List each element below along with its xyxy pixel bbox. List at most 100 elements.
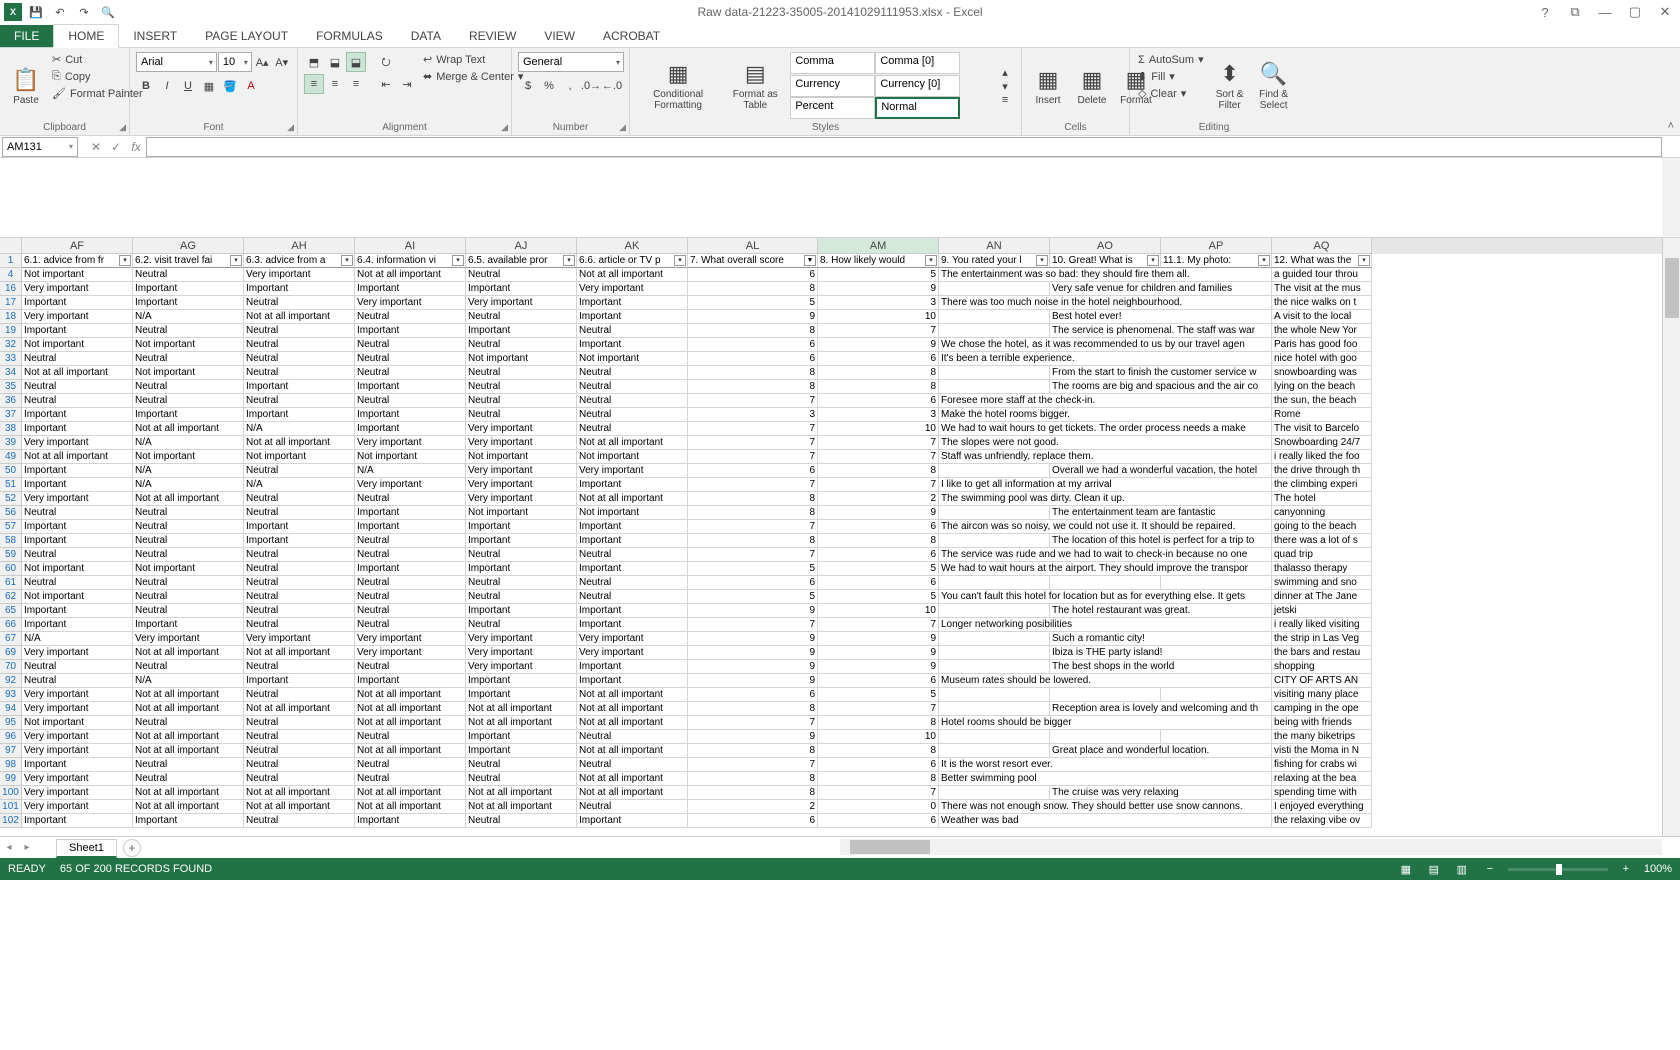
cell[interactable]: 8 <box>688 324 818 338</box>
sheet-nav-prev[interactable]: ◂ <box>0 842 18 853</box>
font-launcher[interactable]: ◢ <box>287 122 294 133</box>
enter-formula-icon[interactable]: ✓ <box>106 137 126 157</box>
cell[interactable]: Make the hotel rooms bigger. <box>939 408 1272 422</box>
cell[interactable]: Overall we had a wonderful vacation, the… <box>1050 464 1272 478</box>
cell[interactable]: 6 <box>818 548 939 562</box>
cell[interactable]: nice hotel with goo <box>1272 352 1372 366</box>
tab-review[interactable]: REVIEW <box>455 25 530 47</box>
italic-icon[interactable]: I <box>157 76 177 96</box>
cell[interactable]: Neutral <box>466 758 577 772</box>
row-header-98[interactable]: 98 <box>0 758 22 772</box>
cell[interactable]: Neutral <box>244 590 355 604</box>
cell[interactable]: Neutral <box>577 730 688 744</box>
cell[interactable]: Very important <box>355 436 466 450</box>
cell[interactable]: 8 <box>818 744 939 758</box>
cell[interactable]: Not at all important <box>577 688 688 702</box>
zoom-in-icon[interactable]: + <box>1616 861 1636 877</box>
cell[interactable]: Neutral <box>22 352 133 366</box>
cell[interactable]: Very important <box>466 436 577 450</box>
cell[interactable]: Neutral <box>355 660 466 674</box>
cell[interactable]: Not at all important <box>133 492 244 506</box>
cell[interactable]: Important <box>22 604 133 618</box>
zoom-out-icon[interactable]: − <box>1480 861 1500 877</box>
cell[interactable]: The service is phenomenal. The staff was… <box>1050 324 1272 338</box>
decrease-indent-icon[interactable]: ⇤ <box>376 74 396 94</box>
cell[interactable]: Neutral <box>244 772 355 786</box>
cell[interactable]: Neutral <box>355 338 466 352</box>
row-header-96[interactable]: 96 <box>0 730 22 744</box>
style-percent[interactable]: Percent <box>790 97 875 119</box>
cell[interactable]: Important <box>577 562 688 576</box>
cell[interactable]: Such a romantic city! <box>1050 632 1272 646</box>
cell[interactable]: Important <box>355 324 466 338</box>
cell[interactable]: 7 <box>818 786 939 800</box>
cell[interactable]: Important <box>244 534 355 548</box>
fx-icon[interactable]: fx <box>126 137 146 157</box>
cell[interactable]: 9 <box>688 674 818 688</box>
cell[interactable]: 7 <box>818 478 939 492</box>
cell[interactable]: Important <box>466 604 577 618</box>
cell[interactable]: 5 <box>688 562 818 576</box>
cell[interactable]: 9 <box>818 338 939 352</box>
cell[interactable]: Neutral <box>577 366 688 380</box>
cell[interactable] <box>1050 576 1161 590</box>
cell[interactable]: Important <box>577 296 688 310</box>
cell[interactable]: Important <box>355 380 466 394</box>
row-header-97[interactable]: 97 <box>0 744 22 758</box>
undo-icon[interactable]: ↶ <box>50 2 70 22</box>
cell[interactable]: the strip in Las Veg <box>1272 632 1372 646</box>
cell[interactable]: Important <box>577 618 688 632</box>
cell[interactable]: Important <box>577 674 688 688</box>
name-box[interactable]: AM131▾ <box>2 137 78 157</box>
row-header-49[interactable]: 49 <box>0 450 22 464</box>
comma-format-icon[interactable]: , <box>560 76 580 96</box>
cell[interactable]: 5 <box>818 590 939 604</box>
cell[interactable]: Neutral <box>133 576 244 590</box>
cell[interactable]: Not at all important <box>577 786 688 800</box>
cell[interactable]: Very important <box>22 492 133 506</box>
cell[interactable]: The rooms are big and spacious and the a… <box>1050 380 1272 394</box>
fill-button[interactable]: ⬇ Fill ▾ <box>1136 69 1206 84</box>
cell[interactable]: Neutral <box>355 492 466 506</box>
zoom-level[interactable]: 100% <box>1644 863 1672 875</box>
tab-insert[interactable]: INSERT <box>119 25 191 47</box>
cell[interactable]: Important <box>466 324 577 338</box>
cell[interactable]: Neutral <box>466 338 577 352</box>
cell[interactable]: Neutral <box>244 660 355 674</box>
cell[interactable]: Neutral <box>244 604 355 618</box>
row-header-58[interactable]: 58 <box>0 534 22 548</box>
align-right-icon[interactable]: ≡ <box>346 74 366 94</box>
cell[interactable]: 8 <box>818 534 939 548</box>
cell[interactable]: Not at all important <box>577 492 688 506</box>
cell[interactable]: Important <box>577 478 688 492</box>
cell[interactable]: Very safe venue for children and familie… <box>1050 282 1272 296</box>
cell[interactable]: Not important <box>22 590 133 604</box>
filter-button-AO[interactable]: ▾ <box>1147 255 1159 266</box>
cell[interactable]: Not at all important <box>466 716 577 730</box>
font-name-combo[interactable]: Arial <box>136 52 217 72</box>
cell[interactable]: Not at all important <box>466 786 577 800</box>
gallery-up-icon[interactable]: ▴ <box>995 65 1015 79</box>
cell[interactable]: relaxing at the bea <box>1272 772 1372 786</box>
cell[interactable]: The entertainment was so bad: they shoul… <box>939 268 1272 282</box>
col-header-AQ[interactable]: AQ <box>1272 238 1372 254</box>
cell[interactable]: We had to wait hours at the airport. The… <box>939 562 1272 576</box>
close-button[interactable]: ✕ <box>1650 2 1680 22</box>
cell[interactable]: Neutral <box>355 730 466 744</box>
cell[interactable]: Not important <box>466 506 577 520</box>
decrease-font-icon[interactable]: A▾ <box>272 52 291 72</box>
cell[interactable]: 9 <box>818 506 939 520</box>
cell[interactable]: Neutral <box>577 576 688 590</box>
cell[interactable]: Neutral <box>22 660 133 674</box>
cell[interactable]: Neutral <box>466 576 577 590</box>
cell[interactable]: Neutral <box>466 268 577 282</box>
cell[interactable]: Neutral <box>244 338 355 352</box>
cell[interactable]: 5 <box>818 562 939 576</box>
cell[interactable] <box>939 702 1050 716</box>
cell[interactable]: i really liked visiting <box>1272 618 1372 632</box>
cell[interactable]: spending time with <box>1272 786 1372 800</box>
cell[interactable]: Important <box>244 282 355 296</box>
cell[interactable]: Important <box>355 674 466 688</box>
cell[interactable]: 9 <box>818 660 939 674</box>
cell[interactable]: Ibiza is THE party island! <box>1050 646 1272 660</box>
